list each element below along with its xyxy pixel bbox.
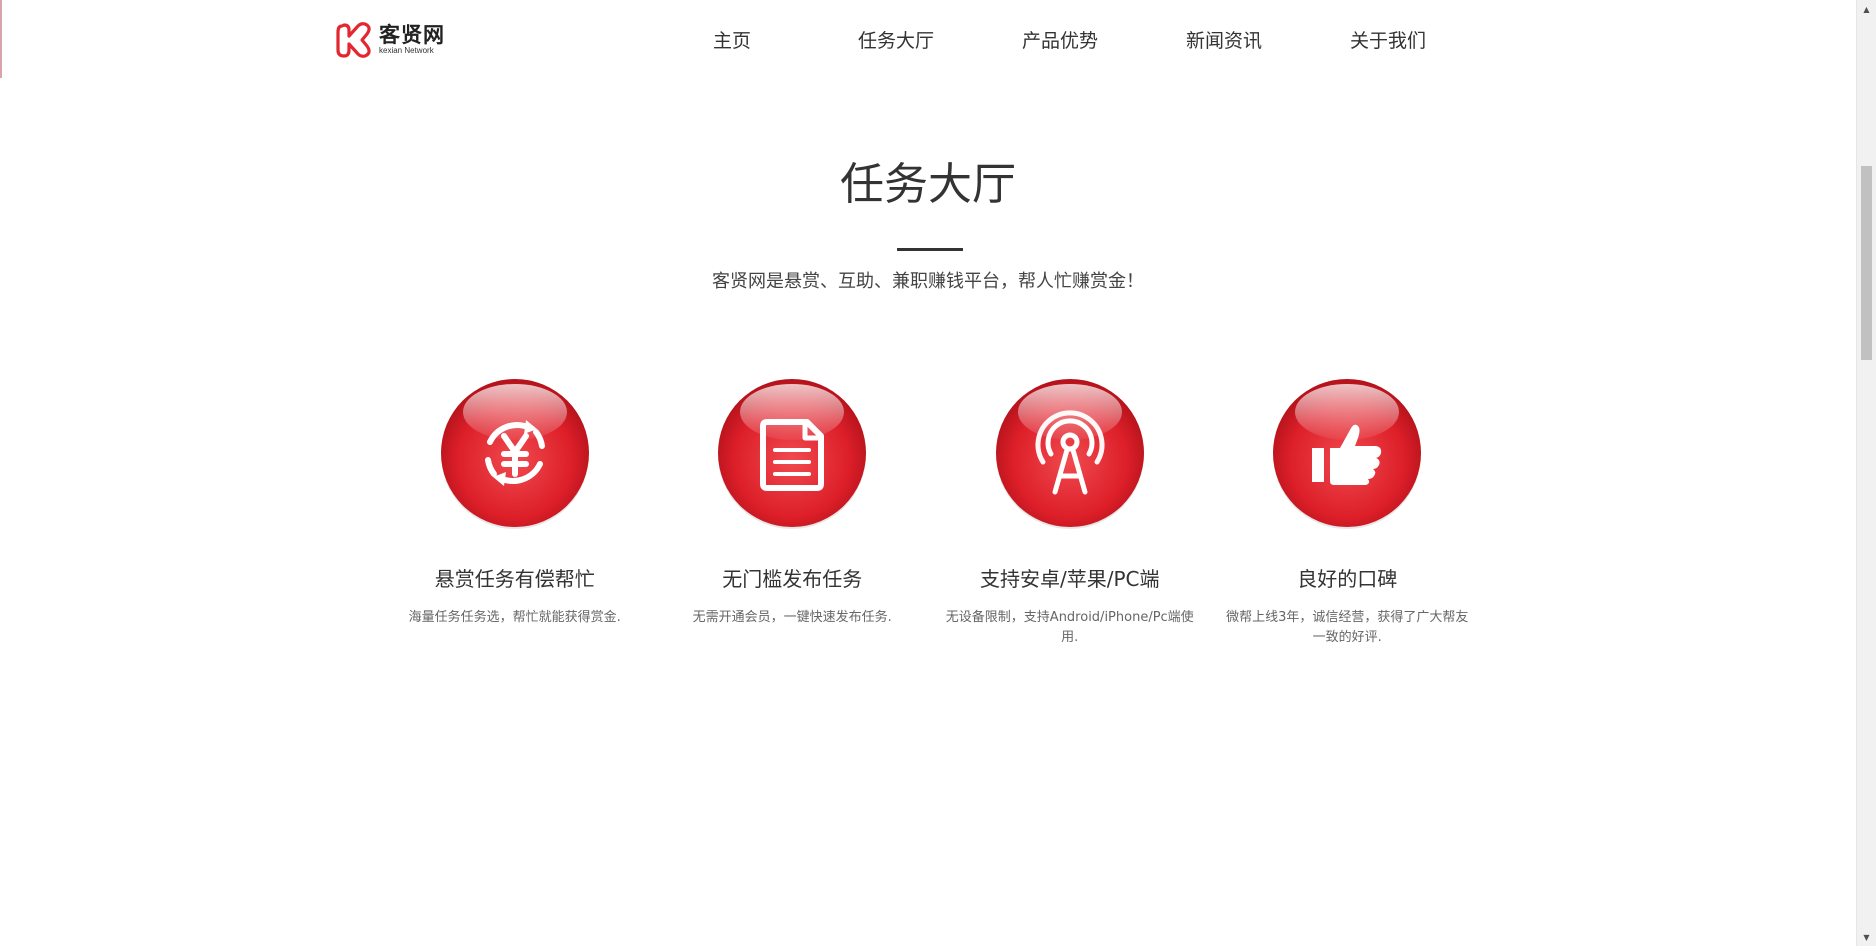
feature-desc: 海量任务任务选，帮忙就能获得赏金. (408, 610, 621, 625)
feature-card: 悬赏任务有偿帮忙 海量任务任务选，帮忙就能获得赏金. (376, 376, 654, 648)
site-logo[interactable]: 客贤网 kexian Network (336, 20, 451, 60)
feature-title: 无门槛发布任务 (722, 567, 863, 591)
feature-desc: 无设备限制，支持Android/iPhone/Pc端使用. (945, 610, 1194, 645)
feature-card: 无门槛发布任务 无需开通会员，一键快速发布任务. (654, 376, 932, 648)
scrollbar-thumb[interactable] (1861, 166, 1872, 360)
section-title: 任务大厅 (840, 159, 1016, 210)
feature-card: 良好的口碑 微帮上线3年，诚信经营，获得了广大帮友一致的好评. (1209, 376, 1487, 648)
logo-name-en: kexian Network (379, 46, 434, 55)
feature-title: 良好的口碑 (1297, 567, 1398, 591)
signal-tower-icon (995, 379, 1144, 529)
features-list: 悬赏任务有偿帮忙 海量任务任务选，帮忙就能获得赏金. 无门槛发布任务 无需开通会… (376, 376, 1486, 648)
page: 客贤网 kexian Network 主页 任务大厅 产品优势 新闻资讯 关于我… (0, 0, 1876, 946)
title-divider (897, 248, 963, 251)
scroll-down-arrow-icon[interactable]: ▼ (1857, 928, 1876, 946)
thumbs-up-icon (1273, 379, 1422, 529)
section-subtitle: 客贤网是悬赏、互助、兼职赚钱平台，帮人忙赚赏金！ (712, 271, 1144, 292)
logo-name-cn: 客贤网 (379, 23, 445, 47)
vertical-scrollbar[interactable]: ▲ ▼ (1856, 0, 1876, 946)
nav-item-home[interactable]: 主页 (650, 26, 814, 53)
yuan-exchange-icon (440, 379, 589, 529)
site-header: 客贤网 kexian Network 主页 任务大厅 产品优势 新闻资讯 关于我… (0, 0, 1856, 78)
feature-card: 支持安卓/苹果/PC端 无设备限制，支持Android/iPhone/Pc端使用… (931, 376, 1209, 648)
feature-desc: 无需开通会员，一键快速发布任务. (692, 610, 892, 625)
nav-item-about-us[interactable]: 关于我们 (1306, 26, 1470, 53)
nav-item-task-hall[interactable]: 任务大厅 (814, 26, 978, 53)
feature-title: 悬赏任务有偿帮忙 (434, 567, 595, 591)
logo-mark-icon (336, 22, 371, 58)
scroll-up-arrow-icon[interactable]: ▲ (1857, 0, 1876, 18)
nav-item-product-advantages[interactable]: 产品优势 (978, 26, 1142, 53)
logo-text: 客贤网 kexian Network (379, 24, 445, 56)
main-nav: 主页 任务大厅 产品优势 新闻资讯 关于我们 (650, 0, 1470, 78)
nav-item-news[interactable]: 新闻资讯 (1142, 26, 1306, 53)
feature-desc: 微帮上线3年，诚信经营，获得了广大帮友一致的好评. (1226, 610, 1469, 645)
feature-title: 支持安卓/苹果/PC端 (979, 567, 1160, 591)
document-icon (718, 379, 867, 529)
